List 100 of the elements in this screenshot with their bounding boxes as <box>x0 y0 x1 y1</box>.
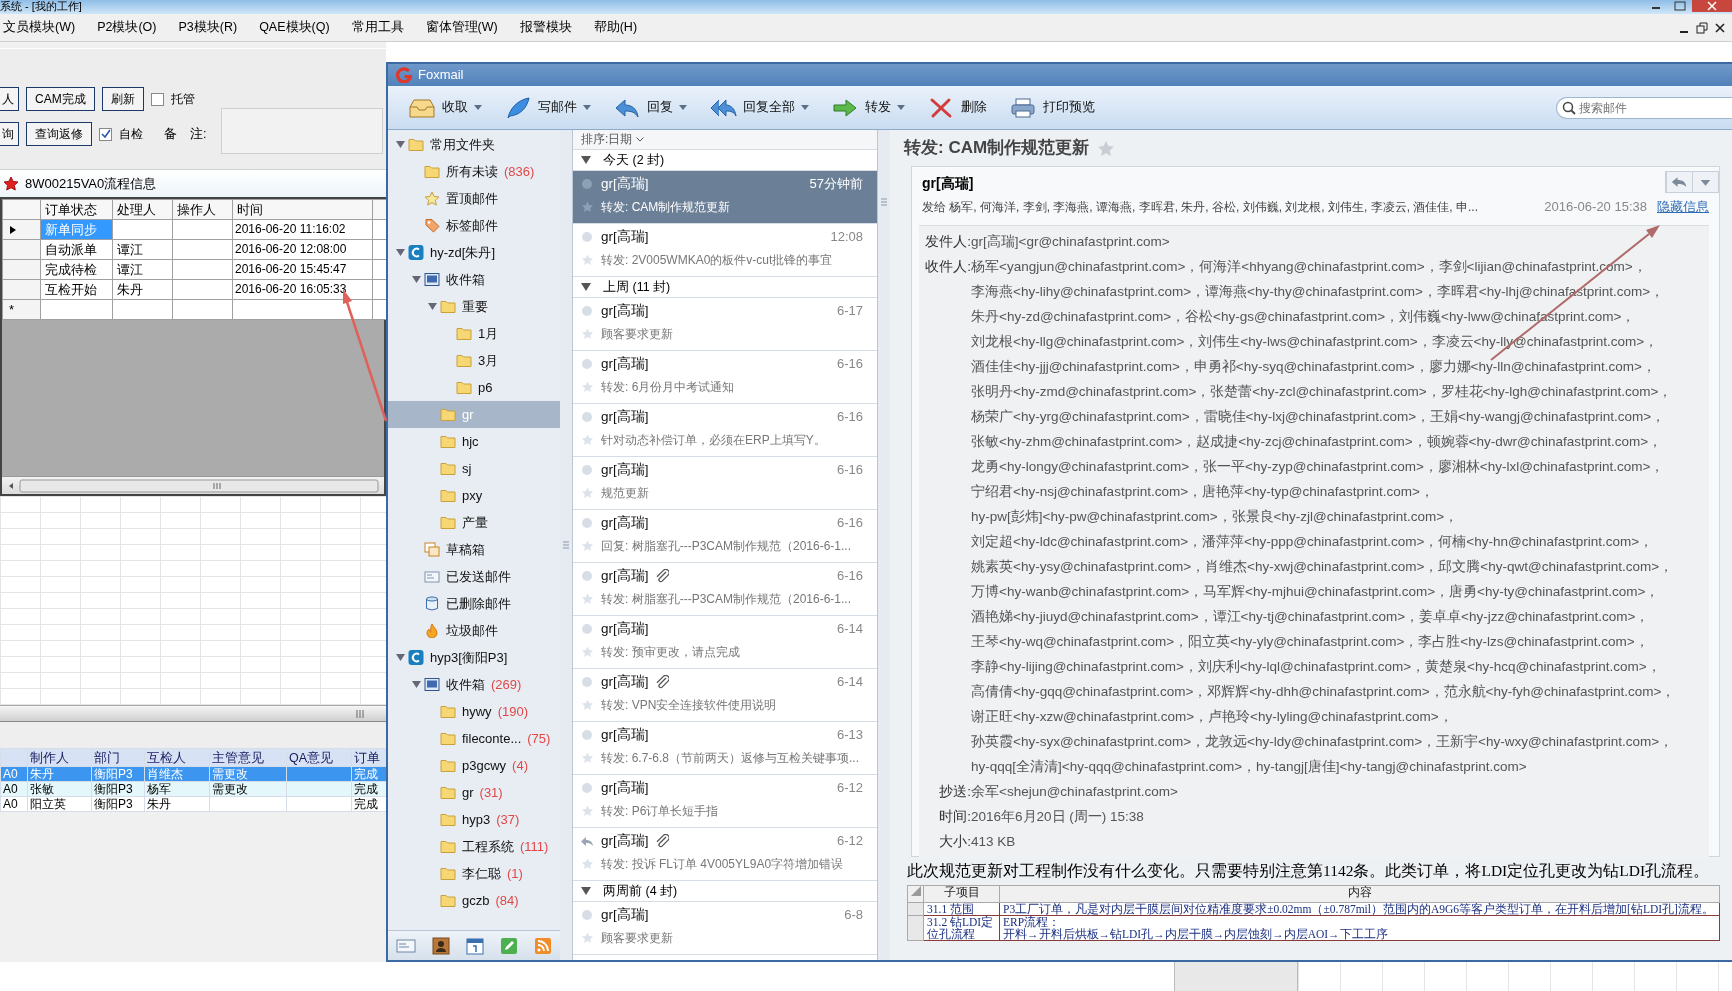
folder-item[interactable]: sj <box>388 455 560 482</box>
star-icon[interactable] <box>580 381 594 393</box>
close-button[interactable] <box>1692 0 1732 12</box>
toolbar-button[interactable]: 删除 <box>923 93 991 122</box>
star-icon[interactable] <box>580 858 594 870</box>
menu-item[interactable]: 常用工具 <box>351 20 404 35</box>
folder-item[interactable]: 3月 <box>388 347 560 374</box>
group-header[interactable]: 两周前 (4 封) <box>573 881 877 902</box>
search-field[interactable]: 搜索邮件 <box>1556 96 1732 119</box>
column-header[interactable]: 制作人 <box>27 748 92 767</box>
folder-item[interactable]: hyp3 (37) <box>388 806 560 833</box>
folder-item[interactable]: 1月 <box>388 320 560 347</box>
star-icon[interactable] <box>580 254 594 266</box>
folder-item[interactable]: 所有未读 (836) <box>388 158 560 185</box>
toolbar-button[interactable]: 打印预览 <box>1005 93 1099 122</box>
message-item[interactable]: gr[高瑞] 12:08 转发: 2V005WMKA0的板件v-cut批锋的事宜 <box>573 224 877 277</box>
star-icon[interactable] <box>580 487 594 499</box>
expand-toggle[interactable] <box>396 140 405 149</box>
message-item[interactable]: gr[高瑞] 6-14 转发: VPN安全连接软件使用说明 <box>573 669 877 722</box>
column-header[interactable]: 主管意见 <box>209 748 287 767</box>
toolbar-button[interactable]: 写邮件 <box>500 93 595 122</box>
folder-item[interactable]: 草稿箱 <box>388 536 560 563</box>
folder-item[interactable]: 收件箱 (269) <box>388 671 560 698</box>
menu-item[interactable]: P3模块(R) <box>178 20 238 35</box>
folder-item[interactable]: hjc <box>388 428 560 455</box>
menu-item[interactable]: 报警模块 <box>519 20 572 35</box>
folder-item[interactable]: p6 <box>388 374 560 401</box>
column-header[interactable]: QA意见 <box>286 748 352 767</box>
folder-item[interactable]: 标签邮件 <box>388 212 560 239</box>
hide-details-link[interactable]: 隐藏信息 <box>1657 199 1709 215</box>
message-item[interactable]: gr[高瑞] 6-12 转发: 投诉 FL订单 4V005YL9A0字符增加错误 <box>573 828 877 881</box>
action-button[interactable]: 询 <box>0 122 19 146</box>
expand-toggle[interactable] <box>428 302 437 311</box>
folder-item[interactable]: gczb (84) <box>388 887 560 914</box>
expand-toggle[interactable] <box>412 680 421 689</box>
star-icon[interactable] <box>580 540 594 552</box>
star-icon[interactable] <box>580 593 594 605</box>
grip-icon[interactable] <box>880 198 888 206</box>
message-item[interactable]: gr[高瑞] 6-12 转发: P6订单长短手指 <box>573 775 877 828</box>
star-icon[interactable] <box>1097 139 1116 157</box>
scrollbar-grip-icon[interactable] <box>356 709 366 718</box>
column-header[interactable]: 订单 <box>351 748 386 767</box>
toolbar-button[interactable]: 回复 <box>609 93 691 122</box>
column-header[interactable]: 处理人 <box>112 199 173 220</box>
action-button[interactable]: 查询返修 <box>26 122 92 146</box>
remark-field[interactable] <box>221 108 384 154</box>
folder-item[interactable]: 收件箱 <box>388 266 560 293</box>
folder-item[interactable]: hyp3[衡阳P3] <box>388 644 560 671</box>
message-item[interactable]: gr[高瑞] 6-17 顾客要求更新 <box>573 298 877 351</box>
column-header[interactable]: 操作人 <box>172 199 233 220</box>
sort-dropdown[interactable]: 排序:日期 <box>573 130 877 150</box>
action-button[interactable]: 刷新 <box>101 87 144 111</box>
toolbar-button[interactable]: 回复全部 <box>705 93 813 122</box>
star-icon[interactable] <box>580 434 594 446</box>
contacts-icon[interactable] <box>432 936 450 955</box>
folder-item[interactable]: 李仁聪 (1) <box>388 860 560 887</box>
folder-item[interactable]: p3gcwy (4) <box>388 752 560 779</box>
folder-item[interactable]: fileconte... (75) <box>388 725 560 752</box>
toolbar-button[interactable]: 转发 <box>827 93 909 122</box>
column-header[interactable]: 部门 <box>91 748 145 767</box>
message-item[interactable]: gr[高瑞] 6-16 转发: 树脂塞孔---P3CAM制作规范（2016-6-1... <box>573 563 877 616</box>
folder-item[interactable]: hy-zd[朱丹] <box>388 239 560 266</box>
folder-item[interactable]: 已删除邮件 <box>388 590 560 617</box>
menu-item[interactable]: 窗体管理(W) <box>425 20 498 35</box>
folder-item[interactable]: 常用文件夹 <box>388 131 560 158</box>
message-item[interactable]: gr[高瑞] 6-16 规范更新 <box>573 457 877 510</box>
star-icon[interactable] <box>580 328 594 340</box>
menu-item[interactable]: QAE模块(Q) <box>259 20 330 35</box>
message-item[interactable]: gr[高瑞] 6-14 转发: 预审更改，请点完成 <box>573 616 877 669</box>
action-button[interactable]: CAM完成 <box>26 87 95 111</box>
rss-icon[interactable] <box>534 936 552 955</box>
column-header[interactable]: 订单状态 <box>40 199 113 220</box>
folder-item[interactable]: 重要 <box>388 293 560 320</box>
toolbar-button[interactable]: 收取 <box>404 93 486 122</box>
star-icon[interactable] <box>580 646 594 658</box>
expand-toggle[interactable] <box>396 653 405 662</box>
menu-item[interactable]: 文员模块(W) <box>3 20 76 35</box>
folder-item[interactable]: hywy (190) <box>388 698 560 725</box>
calendar-icon[interactable] <box>466 936 484 955</box>
folder-item[interactable]: 工程系统 (111) <box>388 833 560 860</box>
message-item[interactable]: gr[高瑞] 57分钟前 转发: CAM制作规范更新 <box>573 171 877 224</box>
folder-item[interactable]: pxy <box>388 482 560 509</box>
message-item[interactable]: gr[高瑞] 6-16 针对动态补偿订单，必须在ERP上填写Y。 <box>573 404 877 457</box>
folder-item[interactable]: 产量 <box>388 509 560 536</box>
expand-toggle[interactable] <box>396 248 405 257</box>
group-header[interactable]: 上周 (11 封) <box>573 277 877 298</box>
message-item[interactable]: gr[高瑞] 6-16 回复: 树脂塞孔---P3CAM制作规范（2016-6-1... <box>573 510 877 563</box>
star-icon[interactable] <box>580 699 594 711</box>
action-button[interactable]: 人 <box>0 87 19 111</box>
star-icon[interactable] <box>580 752 594 764</box>
star-icon[interactable] <box>580 201 594 213</box>
star-icon[interactable] <box>580 805 594 817</box>
column-header[interactable]: 时间 <box>232 199 373 220</box>
restore-icon[interactable] <box>1696 21 1708 34</box>
message-item[interactable]: gr[高瑞] 6-8 顾客要求更新 <box>573 902 877 955</box>
column-header[interactable]: 互检人 <box>144 748 210 767</box>
grip-icon[interactable] <box>562 541 570 549</box>
close-icon[interactable] <box>1714 21 1726 34</box>
message-item[interactable]: gr[高瑞] 6-16 转发: 6月份月中考试通知 <box>573 351 877 404</box>
menu-item[interactable]: P2模块(O) <box>97 20 157 35</box>
